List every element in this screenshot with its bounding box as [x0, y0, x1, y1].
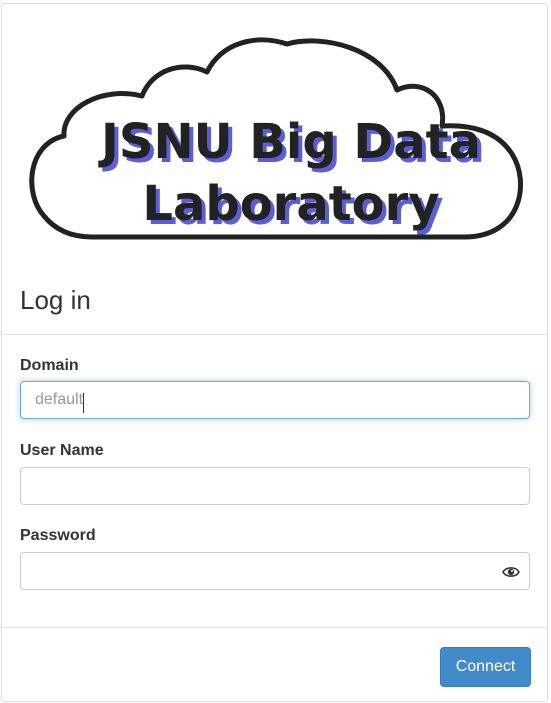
username-input[interactable]: [20, 467, 530, 505]
header-divider: [2, 334, 547, 335]
footer-divider: [2, 627, 547, 628]
text-caret: [83, 393, 84, 413]
page-title: Log in: [20, 285, 91, 315]
connect-button[interactable]: Connect: [440, 647, 531, 687]
login-panel: JSNU Big Data JSNU Big Data Laboratory L…: [1, 3, 548, 702]
eye-icon[interactable]: [502, 565, 520, 579]
domain-label: Domain: [20, 357, 79, 374]
logo: JSNU Big Data JSNU Big Data Laboratory L…: [2, 4, 549, 254]
password-input[interactable]: [20, 552, 530, 590]
logo-title-line2: Laboratory: [142, 176, 439, 232]
password-label: Password: [20, 527, 96, 544]
domain-input[interactable]: [20, 381, 530, 419]
logo-title-line1: JSNU Big Data: [98, 114, 481, 170]
cloud-logo-icon: JSNU Big Data JSNU Big Data Laboratory L…: [29, 37, 524, 240]
username-label: User Name: [20, 442, 104, 459]
